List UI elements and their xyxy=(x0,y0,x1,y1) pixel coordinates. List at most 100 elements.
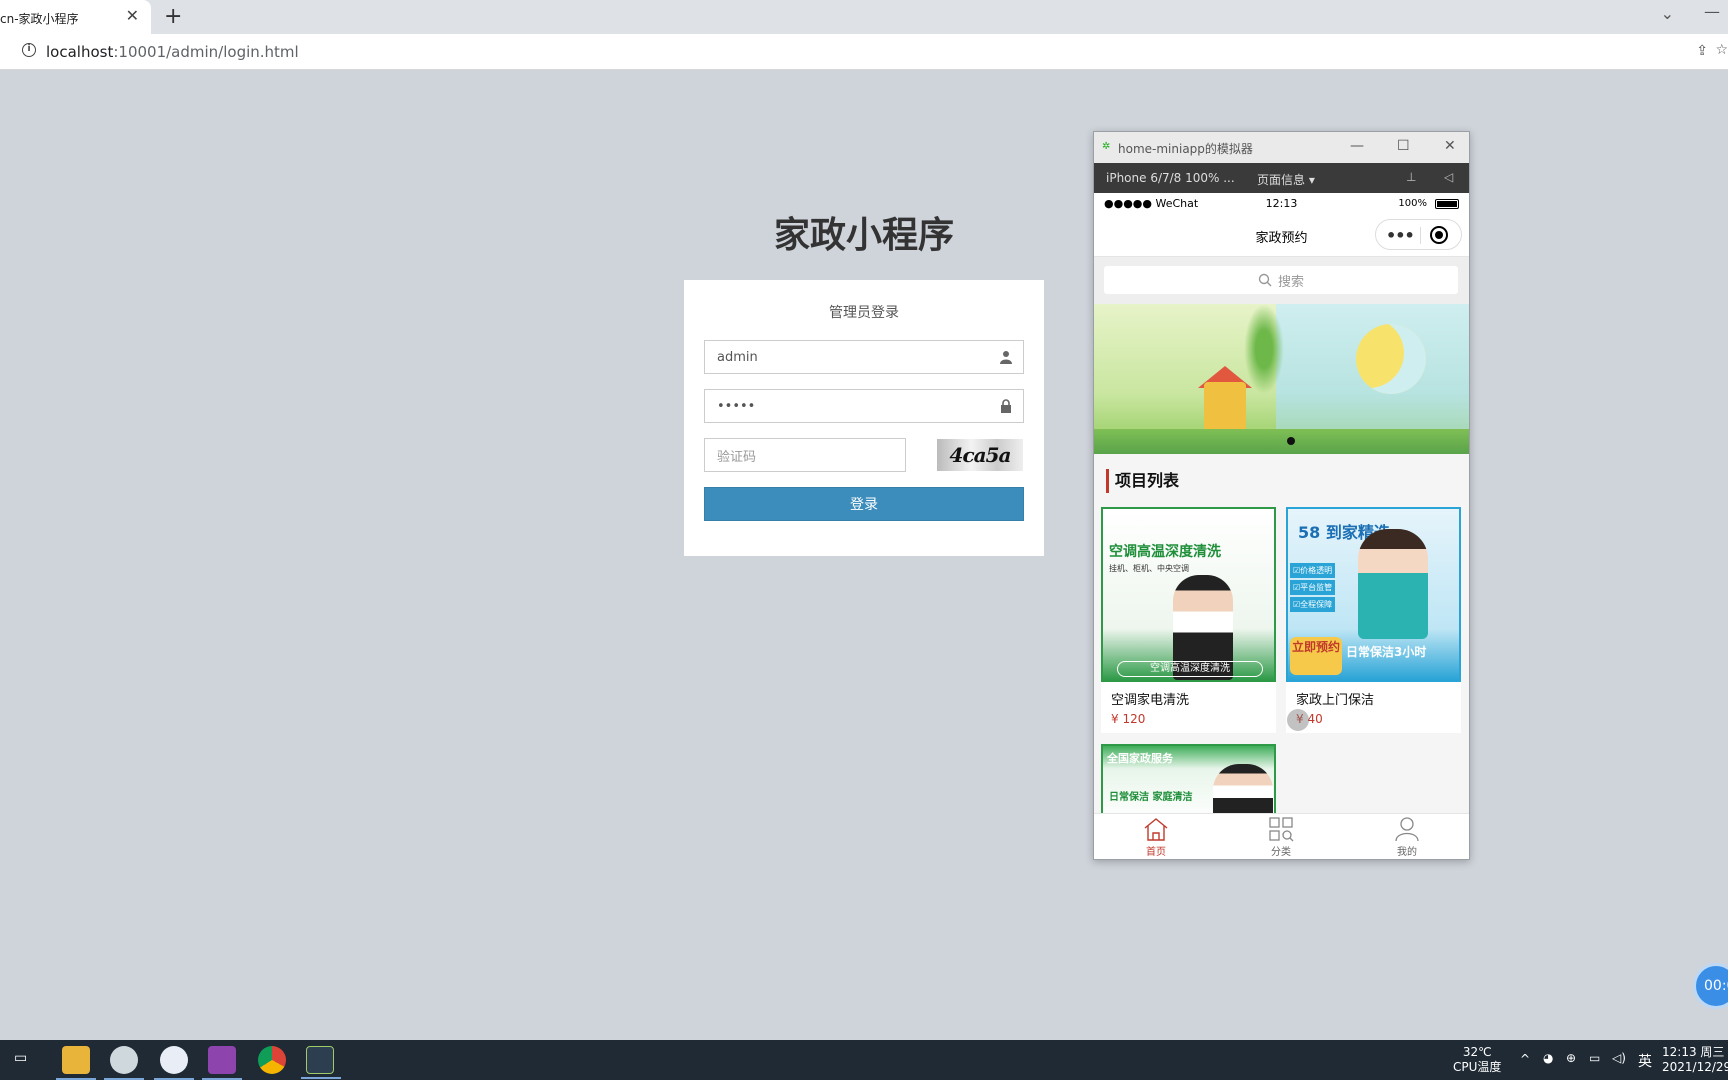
service-name: 空调家电清洗 xyxy=(1111,693,1190,708)
simulator-close-icon[interactable]: ✕ xyxy=(1444,138,1456,154)
feature-item: ☑全程保障 xyxy=(1290,597,1336,612)
tab-label: 首页 xyxy=(1146,847,1166,858)
pin-icon[interactable]: ⊥ xyxy=(1406,170,1416,184)
simulator-toolbar: iPhone 6/7/8 100% ... 页面信息 ▾ ⊥ ◁ xyxy=(1094,163,1469,193)
search-input[interactable]: 搜索 xyxy=(1104,266,1458,294)
miniapp-simulator-window: ✲ home-miniapp的模拟器 — ☐ ✕ iPhone 6/7/8 10… xyxy=(1093,131,1470,860)
service-image: 空调高温深度清洗 挂机、柜机、中央空调 空调高温深度清洗 xyxy=(1101,507,1276,682)
mute-icon[interactable]: ◁ xyxy=(1444,170,1453,184)
url-path: :10001/admin/login.html xyxy=(113,43,299,61)
window-minimize-icon[interactable]: — xyxy=(1704,2,1720,21)
browser-tab[interactable]: cn-家政小程序 ✕ xyxy=(0,0,151,34)
tab-profile[interactable]: 我的 xyxy=(1377,816,1437,858)
tab-category[interactable]: 分类 xyxy=(1251,816,1311,858)
username-input[interactable]: admin xyxy=(704,340,1024,374)
input-method-indicator[interactable]: 英 xyxy=(1638,1051,1652,1071)
simulator-titlebar[interactable]: ✲ home-miniapp的模拟器 — ☐ ✕ xyxy=(1094,132,1469,163)
image-subtext: 日常保洁 家庭清洁 xyxy=(1109,792,1193,803)
moon-art xyxy=(1356,324,1426,394)
os-taskbar: ▭ 32℃ CPU温度 ^ ◕ ⊕ ▭ ◁) 英 12:13 周三 2021/1… xyxy=(0,1040,1728,1080)
carousel-indicator-dot[interactable] xyxy=(1287,437,1295,445)
capsule-menu[interactable]: ••• xyxy=(1375,219,1462,250)
miniapp-nav-bar: 家政预约 ••• xyxy=(1094,213,1469,257)
url-host: localhost xyxy=(46,43,114,61)
clock-date: 2021/12/29 xyxy=(1662,1060,1728,1074)
search-icon xyxy=(1258,273,1272,287)
service-image: 58 到家精选 ☑价格透明 ☑平台监管 ☑全程保障 立即预约 日常保洁3小时 xyxy=(1286,507,1461,682)
touch-cursor-indicator xyxy=(1287,709,1309,731)
service-card[interactable]: 全国家政服务 日常保洁 家庭清洁 xyxy=(1101,744,1276,824)
login-panel: 管理员登录 admin ••••• 验证码 4ca5a 登录 xyxy=(684,280,1044,556)
tab-home[interactable]: 首页 xyxy=(1126,816,1186,858)
grass-art xyxy=(1094,429,1469,454)
url-text[interactable]: localhost:10001/admin/login.html xyxy=(46,43,299,61)
network-icon[interactable]: ▭ xyxy=(1589,1051,1600,1065)
house-art xyxy=(1204,382,1246,432)
image-subtext: 挂机、柜机、中央空调 xyxy=(1109,564,1189,573)
chat-app-icon[interactable] xyxy=(104,1046,144,1080)
share-icon[interactable]: ⇪ xyxy=(1696,43,1708,59)
login-button[interactable]: 登录 xyxy=(704,487,1024,521)
close-miniapp-icon[interactable] xyxy=(1430,226,1448,244)
service-image: 全国家政服务 日常保洁 家庭清洁 xyxy=(1101,744,1276,824)
image-headline: 空调高温深度清洗 xyxy=(1109,544,1221,560)
task-view-icon[interactable]: ▭ xyxy=(14,1050,32,1068)
service-card[interactable]: 58 到家精选 ☑价格透明 ☑平台监管 ☑全程保障 立即预约 日常保洁3小时 家… xyxy=(1286,507,1461,733)
feature-list: ☑价格透明 ☑平台监管 ☑全程保障 xyxy=(1290,563,1336,614)
site-info-icon[interactable]: i xyxy=(22,43,36,57)
miniapp-tab-bar: 首页 分类 我的 xyxy=(1094,813,1469,859)
captcha-input[interactable]: 验证码 xyxy=(704,438,906,472)
chrome-icon[interactable] xyxy=(258,1046,286,1074)
booking-badge: 立即预约 xyxy=(1290,637,1342,675)
login-subtitle: 管理员登录 xyxy=(829,305,899,321)
worker-figure xyxy=(1358,529,1428,639)
clock-time: 12:13 周三 xyxy=(1662,1045,1725,1059)
user-icon xyxy=(1000,351,1012,364)
banner-carousel[interactable] xyxy=(1094,304,1469,454)
search-placeholder: 搜索 xyxy=(1277,274,1304,290)
floating-timer[interactable]: 00:00 xyxy=(1693,963,1728,1009)
image-slogan: 日常保洁3小时 xyxy=(1346,645,1427,659)
new-tab-button[interactable]: + xyxy=(164,4,182,29)
devtools-logo-icon: ✲ xyxy=(1102,141,1111,152)
volume-icon[interactable]: ◁) xyxy=(1612,1051,1626,1065)
user-icon xyxy=(1395,817,1419,842)
device-selector[interactable]: iPhone 6/7/8 100% ... xyxy=(1106,171,1235,185)
cpu-temp-label: CPU温度 xyxy=(1453,1060,1502,1074)
feature-item: ☑平台监管 xyxy=(1290,580,1336,595)
captcha-placeholder: 验证码 xyxy=(717,449,757,465)
service-name: 家政上门保洁 xyxy=(1296,693,1375,708)
home-icon xyxy=(1144,818,1168,841)
service-price: ¥ 120 xyxy=(1111,712,1146,726)
simulator-minimize-icon[interactable]: — xyxy=(1350,138,1364,154)
game-app-icon[interactable] xyxy=(202,1046,242,1080)
page-info-dropdown[interactable]: 页面信息 ▾ xyxy=(1257,171,1315,188)
simulator-maximize-icon[interactable]: ☐ xyxy=(1397,138,1410,154)
devtools-icon[interactable] xyxy=(301,1046,341,1079)
qq-tray-icon[interactable]: ◕ xyxy=(1543,1051,1553,1065)
bookmark-star-icon[interactable]: ☆ xyxy=(1715,42,1728,58)
image-headline: 全国家政服务 xyxy=(1107,752,1173,765)
capsule-divider xyxy=(1420,227,1421,244)
password-input[interactable]: ••••• xyxy=(704,389,1024,423)
cpu-temp-value: 32℃ xyxy=(1462,1045,1492,1059)
tray-expand-chevron-icon[interactable]: ^ xyxy=(1520,1052,1530,1066)
wps-writer-icon[interactable] xyxy=(154,1046,194,1080)
file-explorer-icon[interactable] xyxy=(56,1046,96,1080)
address-bar[interactable]: i localhost:10001/admin/login.html ⇪ ☆ xyxy=(0,34,1728,70)
tab-search-chevron-icon[interactable]: ⌄ xyxy=(1661,4,1674,23)
service-card[interactable]: 空调高温深度清洗 挂机、柜机、中央空调 空调高温深度清洗 空调家电清洗 ¥ 12… xyxy=(1101,507,1276,733)
tab-label: 分类 xyxy=(1271,847,1291,858)
feature-item: ☑价格透明 xyxy=(1290,563,1336,578)
image-tag: 空调高温深度清洗 xyxy=(1117,661,1263,677)
captcha-image[interactable]: 4ca5a xyxy=(937,439,1023,471)
browser-tab-title: cn-家政小程序 xyxy=(0,12,79,26)
page-title: 家政小程序 xyxy=(773,215,954,256)
grid-icon xyxy=(1269,817,1294,842)
more-icon[interactable]: ••• xyxy=(1386,226,1415,245)
tray-plus-icon[interactable]: ⊕ xyxy=(1566,1051,1576,1065)
tab-close-icon[interactable]: ✕ xyxy=(126,6,139,25)
browser-tab-bar: cn-家政小程序 ✕ + ⌄ — xyxy=(0,0,1728,34)
system-clock[interactable]: 12:13 周三 2021/12/29 xyxy=(1662,1045,1728,1075)
tab-label: 我的 xyxy=(1397,847,1417,858)
